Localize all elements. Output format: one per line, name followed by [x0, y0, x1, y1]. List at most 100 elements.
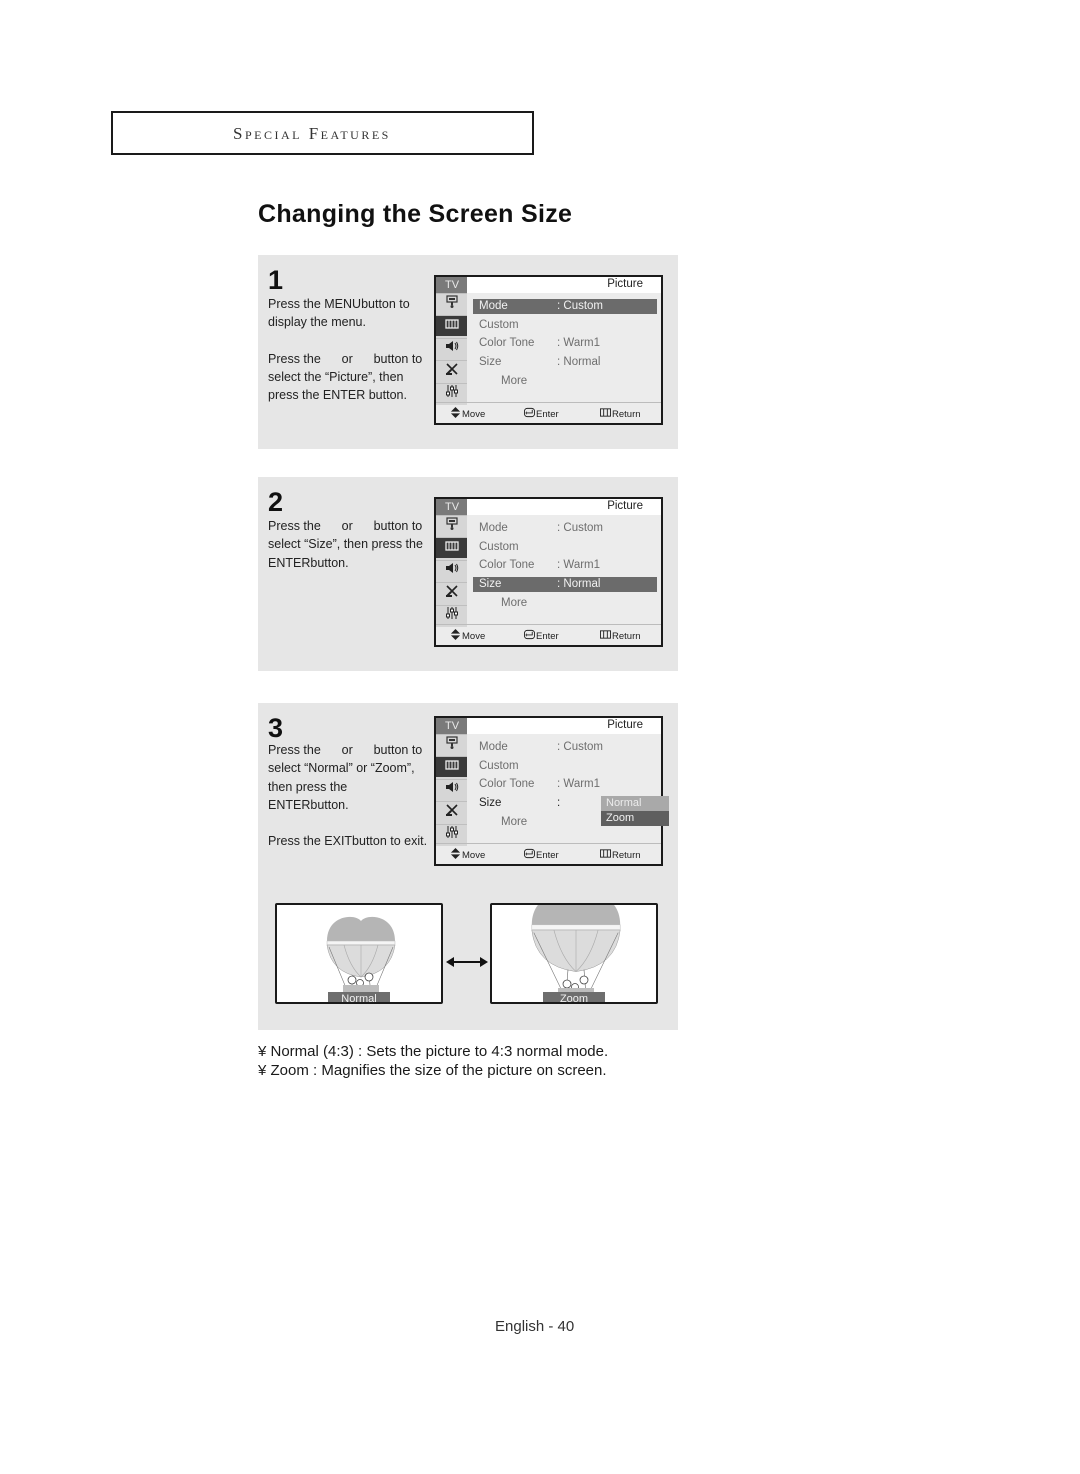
- illustration-label: Zoom: [543, 992, 605, 1002]
- sidebar-item-setup-sliders[interactable]: [436, 604, 467, 626]
- step-panel-3: 3 Press the or button to select “Normal” …: [258, 703, 678, 1030]
- menu-row-color-tone[interactable]: Color Tone: Warm1: [473, 336, 657, 351]
- sidebar-item-channel-antenna[interactable]: [436, 360, 467, 381]
- size-dropdown[interactable]: Normal Zoom: [601, 795, 669, 826]
- menu-row-label: Color Tone: [479, 337, 535, 349]
- menu-row-mode[interactable]: Mode : Custom: [473, 299, 657, 314]
- menu-row-mode[interactable]: Mode : Custom: [473, 740, 657, 755]
- description-list: ¥ Normal (4:3) : Sets the picture to 4:3…: [258, 1043, 608, 1080]
- enter-icon: [524, 848, 535, 862]
- tv-tab[interactable]: TV: [436, 499, 467, 515]
- sidebar-item-channel-antenna[interactable]: [436, 801, 467, 822]
- menu-title-bar: Picture: [467, 499, 661, 515]
- enter-icon: [524, 407, 535, 421]
- menu-row-label: More: [501, 596, 528, 609]
- menu-row-value: : Custom: [557, 522, 604, 534]
- footer-return-label: Return: [612, 408, 641, 420]
- tv-tab[interactable]: TV: [436, 718, 467, 734]
- sidebar-item-picture[interactable]: [436, 756, 467, 778]
- footer-move: Move: [450, 848, 485, 862]
- menu-row-value: : Warm1: [557, 559, 601, 571]
- menu-row-more[interactable]: More: [473, 596, 657, 611]
- sidebar-item-sound[interactable]: [436, 778, 467, 800]
- setup-sliders-icon: [445, 825, 459, 844]
- picture-icon: [444, 539, 459, 558]
- footer-return: Return: [600, 629, 641, 643]
- menu-footer: Move Enter Return: [436, 843, 661, 864]
- menu-row-value: : Custom: [557, 300, 604, 312]
- menu-row-color-tone[interactable]: Color Tone: Warm1: [473, 777, 657, 792]
- tv-osd-menu: TV Picture Mode: Custom Custom Color Tone : W…: [434, 497, 663, 647]
- menu-row-value: : Custom: [557, 741, 604, 753]
- input-icon: [445, 735, 459, 755]
- menu-row-label: Custom: [479, 540, 519, 553]
- footer-move-label: Move: [462, 630, 486, 642]
- tv-osd-menu: TV Picture Mode: Custom Custom Color Tone: W…: [434, 716, 669, 866]
- sound-icon: [445, 339, 459, 358]
- footer-move-label: Move: [462, 849, 486, 861]
- footer-enter-label: Enter: [536, 408, 559, 420]
- sidebar-item-input[interactable]: [436, 515, 467, 536]
- footer-return: Return: [600, 848, 641, 862]
- menu-row-mode[interactable]: Mode: Custom: [473, 521, 657, 536]
- sidebar-item-input[interactable]: [436, 293, 467, 314]
- picture-icon: [444, 758, 459, 777]
- menu-row-custom[interactable]: Custom: [473, 318, 657, 333]
- sidebar-item-picture[interactable]: [436, 537, 467, 559]
- menu-sidebar: [436, 734, 467, 846]
- footer-enter: Enter: [524, 629, 559, 643]
- menu-row-value: : Normal: [557, 578, 601, 590]
- sidebar-item-channel-antenna[interactable]: [436, 582, 467, 603]
- footer-enter-label: Enter: [536, 630, 559, 642]
- menu-row-size[interactable]: Size: Normal: [473, 577, 657, 592]
- dropdown-option-zoom[interactable]: Zoom: [601, 810, 669, 826]
- sound-icon: [445, 780, 459, 799]
- menu-row-label: Mode: [479, 300, 508, 312]
- sidebar-item-setup-sliders[interactable]: [436, 382, 467, 404]
- menu-row-value: :: [557, 797, 561, 809]
- footer-move: Move: [450, 629, 485, 643]
- tv-tab[interactable]: TV: [436, 277, 467, 293]
- sidebar-item-sound[interactable]: [436, 337, 467, 359]
- step-instructions: Press the or button to select “Size”, th…: [268, 517, 428, 572]
- menu-row-label: Custom: [479, 759, 519, 772]
- input-icon: [445, 516, 459, 536]
- footer-enter: Enter: [524, 848, 559, 862]
- updown-arrow-icon: [450, 848, 461, 862]
- menu-footer: Move Enter Return: [436, 402, 661, 423]
- footer-return: Return: [600, 407, 641, 421]
- menu-row-color-tone[interactable]: Color Tone : Warm1: [473, 558, 657, 573]
- menu-row-custom[interactable]: Custom: [473, 540, 657, 555]
- return-icon: [600, 407, 611, 421]
- menu-row-label: Mode: [479, 741, 508, 753]
- menu-row-size[interactable]: Size: Normal: [473, 355, 657, 370]
- menu-row-label: Custom: [479, 318, 519, 331]
- sidebar-item-input[interactable]: [436, 734, 467, 755]
- menu-row-custom[interactable]: Custom: [473, 759, 657, 774]
- illustration-label: Normal: [328, 992, 390, 1002]
- menu-title-bar: Picture: [467, 277, 661, 293]
- illustration-normal: Normal: [275, 903, 443, 1004]
- dropdown-option-normal[interactable]: Normal: [601, 795, 669, 811]
- sidebar-item-setup-sliders[interactable]: [436, 823, 467, 845]
- menu-title: Picture: [607, 500, 643, 512]
- menu-row-more[interactable]: More: [473, 374, 657, 389]
- instruction-paragraph: Press the MENUbutton to display the menu…: [268, 297, 410, 330]
- menu-sidebar: [436, 293, 467, 405]
- menu-row-value: : Warm1: [557, 778, 601, 790]
- channel-antenna-icon: [445, 584, 459, 603]
- return-icon: [600, 848, 611, 862]
- illustration-zoom: Zoom: [490, 903, 658, 1004]
- sidebar-item-sound[interactable]: [436, 559, 467, 581]
- footer-return-label: Return: [612, 630, 641, 642]
- page-number: English - 40: [495, 1318, 575, 1335]
- footer-enter-label: Enter: [536, 849, 559, 861]
- bullet-normal: ¥ Normal (4:3) : Sets the picture to 4:3…: [258, 1043, 609, 1060]
- bullet-zoom: ¥ Zoom : Magnifies the size of the pictu…: [258, 1061, 607, 1079]
- channel-antenna-icon: [445, 362, 459, 381]
- menu-row-label: Color Tone: [479, 559, 535, 571]
- sidebar-item-picture[interactable]: [436, 315, 467, 337]
- footer-move-label: Move: [462, 408, 486, 420]
- footer-move: Move: [450, 407, 485, 421]
- step-number: 2: [268, 487, 284, 517]
